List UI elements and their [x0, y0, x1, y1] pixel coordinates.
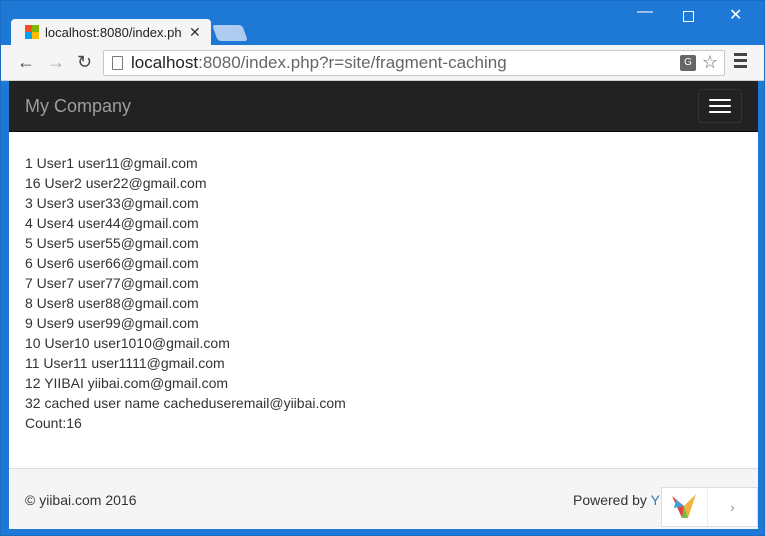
count-text: Count:16	[25, 415, 82, 431]
address-bar[interactable]: localhost:8080/index.php?r=site/fragment…	[103, 50, 725, 76]
navbar-brand[interactable]: My Company	[25, 96, 131, 117]
title-bar: localhost:8080/index.ph ✕ — ✕	[1, 1, 764, 45]
list-item: 10 User10 user1010@gmail.com	[25, 335, 230, 351]
page-icon	[112, 56, 123, 70]
yii-debug-widget[interactable]: ›	[661, 487, 758, 527]
list-item: 16 User2 user22@gmail.com	[25, 175, 207, 191]
back-arrow-icon[interactable]: ←	[17, 52, 35, 73]
list-item: 11 User11 user1111@gmail.com	[25, 355, 225, 371]
translate-icon[interactable]: G	[680, 55, 696, 71]
list-item: 4 User4 user44@gmail.com	[25, 215, 199, 231]
close-window-icon[interactable]: ✕	[729, 5, 742, 25]
tab-title: localhost:8080/index.ph	[45, 24, 182, 40]
page-viewport: My Company 1 User1 user11@gmail.com 16 U…	[9, 81, 758, 529]
site-footer: © yiibai.com 2016 Powered by Y ›	[9, 468, 758, 529]
yii-logo-icon	[662, 488, 708, 526]
new-tab-button[interactable]	[212, 25, 248, 41]
close-tab-icon[interactable]: ✕	[189, 24, 201, 41]
main-content: 1 User1 user11@gmail.com 16 User2 user22…	[25, 153, 346, 433]
chevron-right-icon[interactable]: ›	[708, 488, 757, 526]
list-item: 8 User8 user88@gmail.com	[25, 295, 199, 311]
list-item: 3 User3 user33@gmail.com	[25, 195, 199, 211]
site-navbar: My Company	[9, 81, 758, 132]
browser-window: localhost:8080/index.ph ✕ — ✕ ← → ↻ loca…	[0, 0, 765, 536]
browser-menu-icon[interactable]	[734, 53, 747, 71]
copyright-text: © yiibai.com 2016	[25, 492, 137, 508]
favicon-icon	[25, 25, 39, 39]
list-item: 5 User5 user55@gmail.com	[25, 235, 199, 251]
list-item: 12 YIIBAI yiibai.com@gmail.com	[25, 375, 229, 391]
reload-icon[interactable]: ↻	[77, 52, 92, 73]
list-item: 9 User9 user99@gmail.com	[25, 315, 199, 331]
list-item: 6 User6 user66@gmail.com	[25, 255, 199, 271]
browser-toolbar: ← → ↻ localhost:8080/index.php?r=site/fr…	[1, 45, 764, 81]
minimize-icon[interactable]: —	[637, 3, 653, 21]
list-item: 1 User1 user11@gmail.com	[25, 155, 198, 171]
powered-by-text: Powered by Y	[573, 492, 660, 508]
url-text[interactable]: localhost:8080/index.php?r=site/fragment…	[131, 53, 507, 73]
browser-tab[interactable]: localhost:8080/index.ph ✕	[11, 19, 211, 45]
list-item: 32 cached user name cacheduseremail@yiib…	[25, 395, 346, 411]
powered-by-link[interactable]: Y	[651, 492, 660, 508]
list-item: 7 User7 user77@gmail.com	[25, 275, 199, 291]
forward-arrow-icon[interactable]: →	[47, 52, 65, 73]
bookmark-star-icon[interactable]: ☆	[702, 52, 718, 73]
navbar-toggle-button[interactable]	[698, 89, 742, 123]
maximize-icon[interactable]	[683, 11, 694, 22]
